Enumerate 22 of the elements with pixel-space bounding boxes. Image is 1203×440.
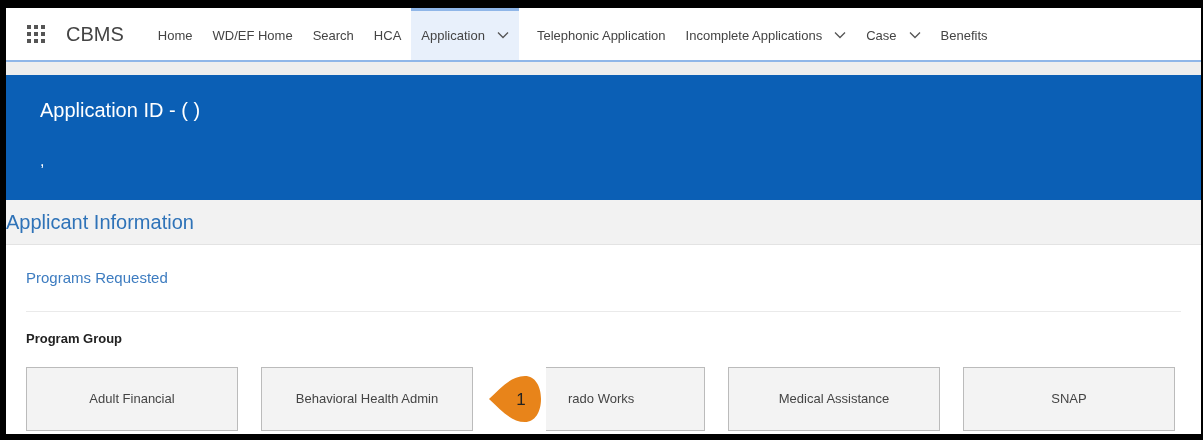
program-button[interactable]: rado Works bbox=[546, 367, 705, 431]
nav-tab[interactable]: HCA bbox=[363, 8, 412, 60]
program-button[interactable]: SNAP bbox=[963, 367, 1175, 431]
nav-tab[interactable]: Case bbox=[856, 8, 931, 60]
nav-tab[interactable]: Home bbox=[147, 8, 203, 60]
program-button[interactable]: Medical Assistance bbox=[728, 367, 940, 431]
nav-tab[interactable]: Telephonic Application bbox=[526, 8, 676, 60]
app-launcher-icon[interactable] bbox=[26, 23, 46, 44]
program-button[interactable]: Behavioral Health Admin bbox=[261, 367, 473, 431]
app-name: CBMS bbox=[66, 21, 124, 47]
subsection-title: Programs Requested bbox=[26, 267, 168, 288]
group-label: Program Group bbox=[26, 331, 123, 346]
step-callout-marker: 1 bbox=[487, 374, 543, 424]
nav-tab[interactable]: Benefits bbox=[930, 8, 998, 60]
program-button[interactable]: Adult Financial bbox=[26, 367, 238, 431]
nav-tab[interactable]: Search bbox=[302, 8, 364, 60]
header-subtitle: , bbox=[40, 151, 45, 172]
application-id-title: Application ID - ( ) bbox=[40, 98, 202, 124]
section-title: Applicant Information bbox=[6, 210, 194, 236]
nav-tab[interactable]: Application bbox=[411, 8, 519, 60]
nav-tab[interactable]: Incomplete Applications bbox=[675, 8, 857, 60]
nav-tab[interactable]: WD/EF Home bbox=[202, 8, 303, 60]
